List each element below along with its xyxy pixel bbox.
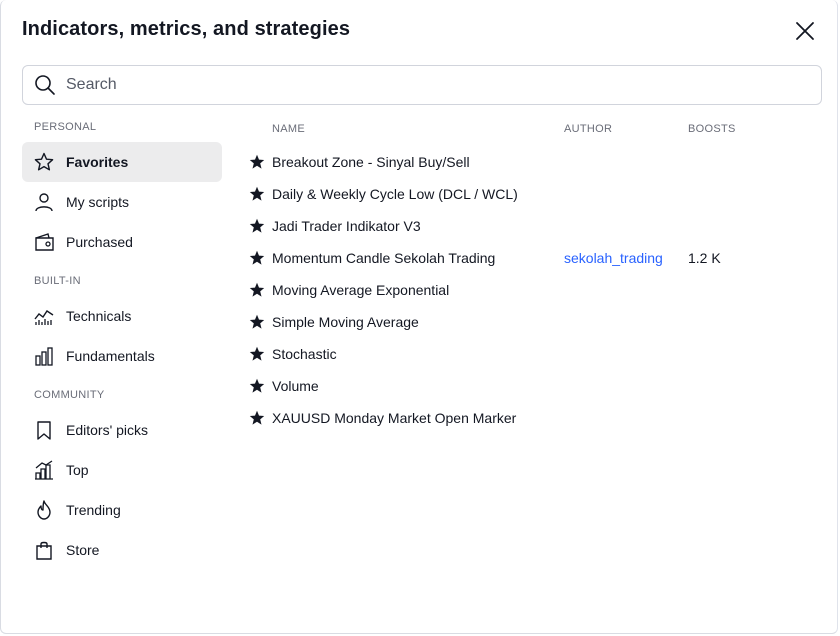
star-outline-icon xyxy=(33,151,55,173)
column-header-author: AUTHOR xyxy=(564,123,613,135)
list-item[interactable]: Momentum Candle Sekolah Trading sekolah_t… xyxy=(245,242,825,274)
search-input[interactable] xyxy=(64,75,768,95)
star-filled-icon[interactable] xyxy=(249,186,265,202)
sidebar-item-editors-picks[interactable]: Editors' picks xyxy=(22,410,222,450)
wallet-icon xyxy=(33,231,55,253)
column-header-name: NAME xyxy=(272,123,305,135)
sidebar-item-top[interactable]: Top xyxy=(22,450,222,490)
indicators-dialog: Indicators, metrics, and strategies PERS… xyxy=(0,0,838,634)
sidebar-item-label: Top xyxy=(66,462,89,478)
sidebar-item-label: Technicals xyxy=(66,308,132,324)
sidebar-item-my-scripts[interactable]: My scripts xyxy=(22,182,222,222)
section-label-personal: PERSONAL xyxy=(34,121,97,133)
sidebar-item-label: Editors' picks xyxy=(66,422,149,438)
close-button[interactable] xyxy=(793,19,817,43)
search-box[interactable] xyxy=(22,65,822,105)
list-header: NAME AUTHOR BOOSTS xyxy=(245,112,825,146)
list-item[interactable]: XAUUSD Monday Market Open Marker xyxy=(245,402,825,434)
script-name: Jadi Trader Indikator V3 xyxy=(272,218,421,234)
star-filled-icon[interactable] xyxy=(249,250,265,266)
user-icon xyxy=(33,191,55,213)
dialog-title: Indicators, metrics, and strategies xyxy=(22,18,351,40)
star-filled-icon[interactable] xyxy=(249,314,265,330)
favorites-list: NAME AUTHOR BOOSTS Breakout Zone - Sinya… xyxy=(245,112,825,434)
star-filled-icon[interactable] xyxy=(249,346,265,362)
sidebar-item-label: Fundamentals xyxy=(66,348,155,364)
star-filled-icon[interactable] xyxy=(249,154,265,170)
list-item[interactable]: Stochastic xyxy=(245,338,825,370)
bookmark-icon xyxy=(33,419,55,441)
script-name: Stochastic xyxy=(272,346,337,362)
close-icon[interactable] xyxy=(793,19,817,43)
star-filled-icon[interactable] xyxy=(249,378,265,394)
script-name: XAUUSD Monday Market Open Marker xyxy=(272,410,517,426)
list-item[interactable]: Volume xyxy=(245,370,825,402)
script-name: Breakout Zone - Sinyal Buy/Sell xyxy=(272,154,470,170)
sidebar-item-purchased[interactable]: Purchased xyxy=(22,222,222,262)
sidebar-item-label: Trending xyxy=(66,502,121,518)
column-header-boosts: BOOSTS xyxy=(688,123,736,135)
star-filled-icon[interactable] xyxy=(249,218,265,234)
script-boosts: 1.2 K xyxy=(688,250,721,266)
chart-line-icon xyxy=(33,305,55,327)
sidebar: PERSONAL Favorites My scripts Purchased … xyxy=(22,112,222,570)
list-item[interactable]: Moving Average Exponential xyxy=(245,274,825,306)
section-label-community: COMMUNITY xyxy=(34,389,105,401)
sidebar-item-label: Purchased xyxy=(66,234,133,250)
section-label-built-in: BUILT-IN xyxy=(34,275,81,287)
sidebar-item-trending[interactable]: Trending xyxy=(22,490,222,530)
star-filled-icon[interactable] xyxy=(249,282,265,298)
list-item[interactable]: Daily & Weekly Cycle Low (DCL / WCL) xyxy=(245,178,825,210)
script-name: Momentum Candle Sekolah Trading xyxy=(272,250,496,266)
script-author-link[interactable]: sekolah_trading xyxy=(564,250,663,266)
sidebar-item-favorites[interactable]: Favorites xyxy=(22,142,222,182)
sidebar-item-technicals[interactable]: Technicals xyxy=(22,296,222,336)
sidebar-item-store[interactable]: Store xyxy=(22,530,222,570)
list-item[interactable]: Simple Moving Average xyxy=(245,306,825,338)
sidebar-item-label: My scripts xyxy=(66,194,129,210)
list-item[interactable]: Jadi Trader Indikator V3 xyxy=(245,210,825,242)
star-filled-icon[interactable] xyxy=(249,410,265,426)
flame-icon xyxy=(33,499,55,521)
sidebar-item-fundamentals[interactable]: Fundamentals xyxy=(22,336,222,376)
search-icon xyxy=(35,75,55,95)
script-name: Simple Moving Average xyxy=(272,314,419,330)
bar-chart-icon xyxy=(33,345,55,367)
shopping-bag-icon xyxy=(33,539,55,561)
sidebar-item-label: Store xyxy=(66,542,100,558)
script-name: Daily & Weekly Cycle Low (DCL / WCL) xyxy=(272,186,518,202)
growth-chart-icon xyxy=(33,459,55,481)
script-name: Volume xyxy=(272,378,319,394)
sidebar-item-label: Favorites xyxy=(66,154,129,170)
list-item[interactable]: Breakout Zone - Sinyal Buy/Sell xyxy=(245,146,825,178)
script-name: Moving Average Exponential xyxy=(272,282,450,298)
